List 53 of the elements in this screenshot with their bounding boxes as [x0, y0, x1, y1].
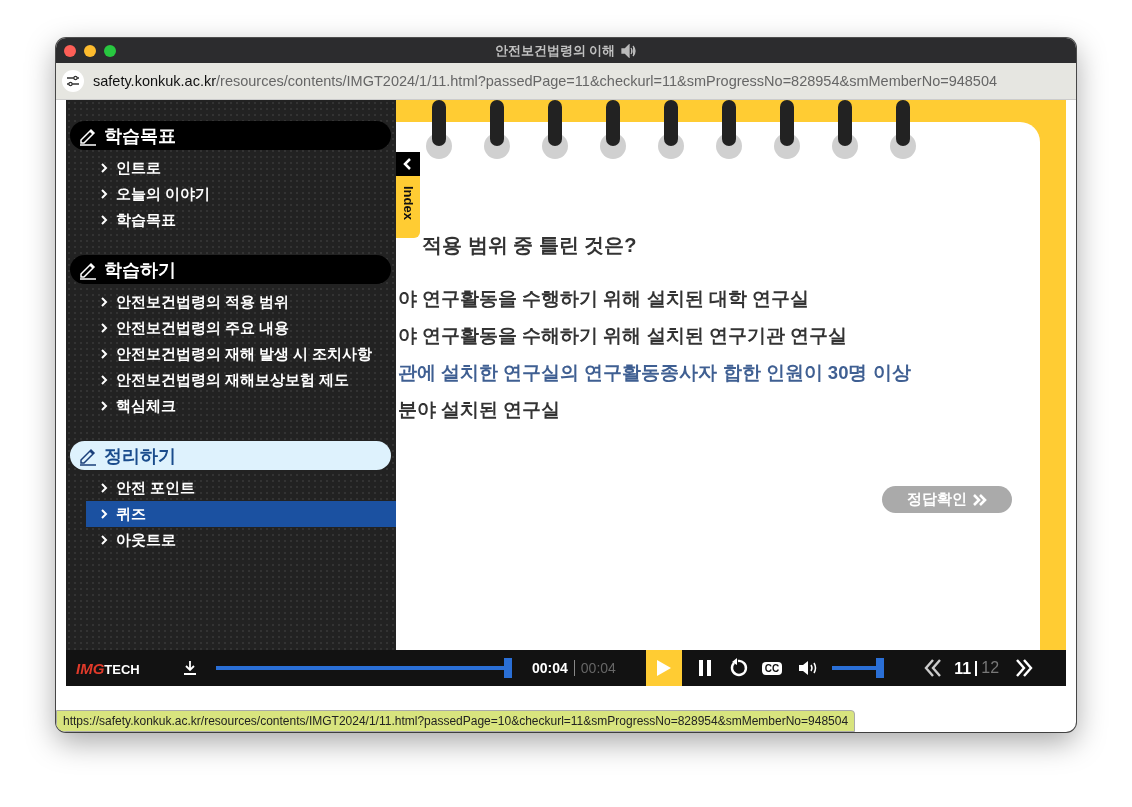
menu-item[interactable]: 오늘의 이야기 — [86, 181, 396, 207]
play-icon — [655, 659, 672, 677]
site-settings-icon[interactable] — [62, 70, 84, 92]
chevron-icon — [100, 375, 108, 385]
close-button[interactable] — [64, 45, 76, 57]
current-page: 11 — [954, 660, 978, 676]
logo: IMGTECH — [76, 659, 141, 677]
menu-item[interactable]: 안전보건법령의 재해 발생 시 조치사항 — [86, 341, 396, 367]
section-header[interactable]: 정리하기 — [70, 441, 391, 470]
chevron-icon — [100, 215, 108, 225]
current-time: 00:04 — [532, 660, 575, 676]
menu-item[interactable]: 안전 포인트 — [86, 475, 396, 501]
pause-icon[interactable] — [697, 659, 712, 677]
answer-option[interactable]: 관에 설치한 연구실의 연구활동종사자 합한 인원이 30명 이상 — [396, 360, 1040, 397]
menu-item[interactable]: 퀴즈 — [86, 501, 396, 527]
menu-item[interactable]: 안전보건법령의 재해보상보험 제도 — [86, 367, 396, 393]
index-tab[interactable]: Index — [396, 176, 420, 238]
menu-item[interactable]: 아웃트로 — [86, 527, 396, 553]
chevron-icon — [100, 401, 108, 411]
total-pages: 12 — [980, 659, 1000, 677]
captions-button[interactable]: CC — [761, 661, 783, 675]
chevron-left-icon — [403, 158, 413, 170]
menu-item[interactable]: 핵심체크 — [86, 393, 396, 419]
status-url: https://safety.konkuk.ac.kr/resources/contents/IMGT2024/1/11.html?passedPage=10&checkurl=11&smProgressNo=828954&smMemberNo=948504 — [56, 710, 856, 732]
previous-page-icon[interactable] — [924, 658, 943, 678]
chevron-icon — [100, 323, 108, 333]
speaker-icon[interactable] — [621, 43, 638, 58]
play-button[interactable] — [645, 650, 682, 686]
chevron-icon — [100, 483, 108, 493]
menu-item[interactable]: 학습목표 — [86, 207, 396, 233]
menu-item[interactable]: 인트로 — [86, 155, 396, 181]
chevron-icon — [100, 163, 108, 173]
answer-option[interactable]: 야 연구활동을 수행하기 위해 설치된 대학 연구실 — [396, 286, 1040, 323]
chevron-icon — [100, 349, 108, 359]
window-title: 안전보건법령의 이해 — [494, 41, 616, 60]
zoom-button[interactable] — [104, 45, 116, 57]
section-header[interactable]: 학습하기 — [70, 255, 391, 284]
chevron-icon — [100, 189, 108, 199]
chevron-icon — [100, 297, 108, 307]
chevron-icon — [100, 535, 108, 545]
total-time: 00:04 — [579, 660, 616, 676]
double-chevron-icon — [971, 492, 988, 507]
answer-option[interactable]: 야 연구활동을 수해하기 위해 설치된 연구기관 연구실 — [396, 323, 1040, 360]
menu-item[interactable]: 안전보건법령의 주요 내용 — [86, 315, 396, 341]
collapse-button[interactable] — [396, 152, 420, 176]
quiz-question: 적용 범위 중 틀린 것은? — [421, 233, 638, 258]
download-icon[interactable] — [182, 660, 198, 676]
section-header[interactable]: 학습목표 — [70, 121, 391, 150]
menu-item[interactable]: 안전보건법령의 적용 범위 — [86, 289, 396, 315]
next-page-icon[interactable] — [1015, 658, 1034, 678]
answer-option[interactable]: 분야 설치된 연구실 — [396, 397, 1040, 434]
minimize-button[interactable] — [84, 45, 96, 57]
chevron-icon — [100, 509, 108, 519]
